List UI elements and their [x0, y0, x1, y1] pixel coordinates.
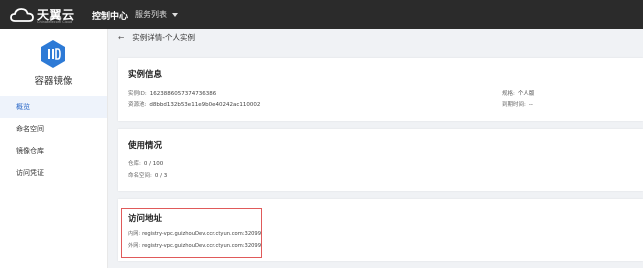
internal-address-row: 内网: registry-vpc.guizhouDev.ccr.ctyun.com…: [128, 230, 261, 237]
external-address-row: 外网: registry-vpc.guizhouDev.ccr.ctyun.com…: [128, 242, 261, 249]
spec-value: 个人版: [517, 91, 535, 97]
namespace-usage-value: 0 / 3: [154, 173, 168, 179]
expire-row: 到期时间: --: [502, 100, 533, 108]
repo-usage-label: 仓库:: [128, 161, 141, 167]
breadcrumb: ← 实例详情-个人实例: [118, 32, 195, 43]
namespace-usage-row: 命名空间: 0 / 3: [128, 171, 167, 179]
caret-down-icon: [172, 12, 178, 17]
product-title: 容器镜像: [34, 76, 73, 87]
expire-value: --: [528, 102, 533, 108]
instance-id-row: 实例ID: 1623886057374736386: [128, 89, 216, 97]
service-list-dropdown[interactable]: 服务列表: [135, 9, 178, 20]
instance-id-value: 1623886057374736386: [149, 91, 217, 97]
repo-usage-value: 0 / 100: [143, 161, 164, 167]
instance-info-title: 实例信息: [128, 70, 163, 80]
sidebar-item-credentials[interactable]: 访问凭证: [0, 162, 107, 184]
top-navbar: 天翼云 Chinatelecom Cloud 控制中心 服务列表: [0, 0, 643, 29]
usage-title: 使用情况: [128, 141, 163, 151]
external-address-value[interactable]: registry-vpc.guizhouDev.ccr.ctyun.com:32…: [142, 243, 261, 249]
back-arrow-icon[interactable]: ←: [118, 33, 124, 42]
service-list-label: 服务列表: [135, 10, 167, 19]
internal-address-label: 内网:: [128, 231, 141, 237]
spec-label: 规格:: [502, 91, 515, 97]
resource-pool-value: d8bbd132b53e11e9b0e40242ac110002: [149, 102, 261, 108]
container-registry-icon: [40, 39, 66, 69]
cloud-logo-icon: [10, 7, 34, 23]
resource-pool-row: 资源池: d8bbd132b53e11e9b0e40242ac110002: [128, 100, 260, 108]
brand-logo[interactable]: 天翼云 Chinatelecom Cloud: [10, 6, 75, 24]
external-address-label: 外网:: [128, 243, 141, 249]
console-link[interactable]: 控制中心: [92, 9, 128, 22]
resource-pool-label: 资源池:: [128, 102, 147, 108]
logo-subtext: Chinatelecom Cloud: [37, 20, 73, 24]
expire-label: 到期时间:: [502, 102, 526, 108]
breadcrumb-title: 实例详情-个人实例: [132, 33, 196, 42]
internal-address-value[interactable]: registry-vpc.guizhouDev.ccr.ctyun.com:32…: [142, 231, 261, 237]
spec-row: 规格: 个人版: [502, 89, 534, 97]
namespace-usage-label: 命名空间:: [128, 173, 152, 179]
sidebar-item-namespace[interactable]: 命名空间: [0, 118, 107, 140]
usage-card: 使用情况 仓库: 0 / 100 命名空间: 0 / 3: [118, 129, 643, 191]
sidebar: 容器镜像 概览 命名空间 镜像仓库 访问凭证: [0, 29, 108, 268]
sidebar-item-repository[interactable]: 镜像仓库: [0, 140, 107, 162]
instance-id-label: 实例ID:: [128, 91, 147, 97]
access-address-title: 访问地址: [128, 214, 163, 224]
access-address-card: 访问地址 内网: registry-vpc.guizhouDev.ccr.ctyu…: [121, 208, 262, 258]
sidebar-item-overview[interactable]: 概览: [0, 96, 107, 118]
instance-info-card: 实例信息 实例ID: 1623886057374736386 资源池: d8bbd1…: [118, 58, 643, 121]
repo-usage-row: 仓库: 0 / 100: [128, 159, 163, 167]
